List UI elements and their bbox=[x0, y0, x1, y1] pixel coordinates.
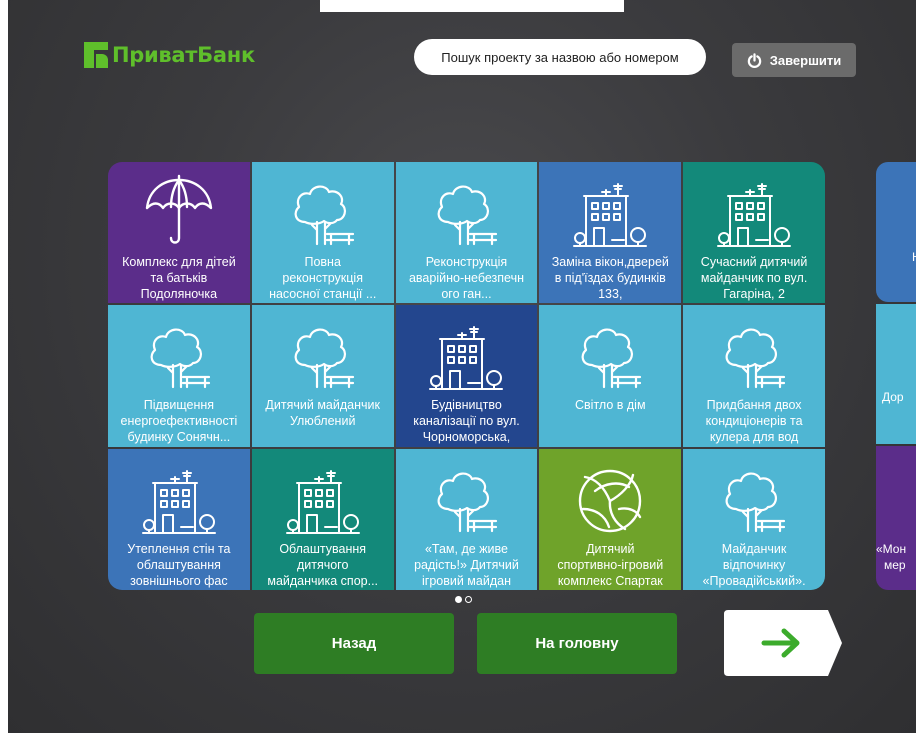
project-tile[interactable]: Сучасний дитячий майданчик по вул. Гагар… bbox=[683, 162, 825, 304]
tree-bench-icon bbox=[430, 455, 502, 535]
tree-bench-icon bbox=[574, 311, 646, 391]
volleyball-icon bbox=[575, 455, 645, 535]
building-icon bbox=[285, 455, 361, 535]
finish-label: Завершити bbox=[769, 52, 842, 68]
tile-label: Майданчик відпочинку «Провадійський». bbox=[702, 541, 806, 588]
search-placeholder: Пошук проекту за назвою або номером bbox=[441, 49, 679, 65]
tile-label: Світло в дім bbox=[575, 398, 646, 413]
pagination-dots bbox=[455, 596, 472, 603]
home-label: На головну bbox=[535, 635, 619, 652]
project-tile[interactable]: Повна реконструкція насосної станції ... bbox=[251, 162, 394, 304]
project-tile[interactable]: Реконструкція аварійно-небезпечн ого ган… bbox=[395, 162, 538, 304]
peek-label: Дор bbox=[882, 390, 904, 404]
tile-label: Облаштування дитячого майданчика спор... bbox=[267, 541, 379, 588]
tile-label: Дитячий спортивно-ігровий комплекс Спарт… bbox=[557, 541, 664, 588]
home-button[interactable]: На головну bbox=[477, 613, 677, 674]
tile-label: Комплекс для дітей та батьків Подоляночк… bbox=[122, 255, 236, 301]
tree-bench-icon bbox=[718, 311, 790, 391]
project-tile[interactable]: Заміна вікон,дверей в під'їздах будинків… bbox=[539, 162, 682, 304]
project-tile[interactable]: Підвищення енергоефективності будинку Со… bbox=[108, 305, 250, 447]
project-tile[interactable]: Облаштування дитячого майданчика спор... bbox=[251, 448, 394, 590]
tile-label: Повна реконструкція насосної станції ... bbox=[269, 255, 377, 301]
tile-label: Реконструкція аварійно-небезпечн ого ган… bbox=[408, 255, 524, 301]
building-icon bbox=[716, 168, 792, 248]
next-page-tile-peek[interactable]: Дор bbox=[876, 304, 916, 444]
page-dot[interactable] bbox=[465, 596, 472, 603]
building-icon bbox=[428, 311, 504, 391]
finish-button[interactable]: Завершити bbox=[732, 43, 856, 77]
project-tile[interactable]: Майданчик відпочинку «Провадійський». bbox=[683, 448, 825, 590]
tree-bench-icon bbox=[143, 311, 215, 391]
project-tile[interactable]: Будівництво каналізації по вул. Чорномор… bbox=[395, 305, 538, 447]
next-page-button[interactable] bbox=[724, 610, 844, 676]
peek-label: мер bbox=[884, 558, 906, 572]
back-label: Назад bbox=[331, 635, 377, 652]
next-page-tile-peek[interactable]: Н bbox=[876, 162, 916, 302]
tile-label: Сучасний дитячий майданчик по вул. Гагар… bbox=[700, 255, 808, 301]
tree-bench-icon bbox=[718, 455, 790, 535]
umbrella-icon bbox=[143, 168, 215, 248]
peek-label: «Мон bbox=[876, 542, 907, 556]
page-dot-active[interactable] bbox=[455, 596, 462, 603]
tile-label: Заміна вікон,дверей в під'їздах будинків… bbox=[551, 255, 669, 301]
privatbank-logo-icon bbox=[84, 42, 108, 68]
tile-label: «Там, де живе радість!» Дитячий ігровий … bbox=[414, 541, 519, 588]
tile-label: Підвищення енергоефективності будинку Со… bbox=[120, 398, 238, 445]
tree-bench-icon bbox=[430, 168, 502, 248]
search-field[interactable]: Пошук проекту за назвою або номером bbox=[414, 39, 706, 75]
tile-label: Утеплення стін та облаштування зовнішньо… bbox=[127, 541, 231, 588]
peek-label: Н bbox=[912, 250, 916, 264]
project-tile[interactable]: Придбання двох кондиціонерів та кулера д… bbox=[683, 305, 825, 447]
project-tile[interactable]: Комплекс для дітей та батьків Подоляночк… bbox=[108, 162, 250, 304]
power-icon bbox=[747, 52, 762, 68]
building-icon bbox=[572, 168, 648, 248]
kiosk-screen: ПриватБанк Пошук проекту за назвою або н… bbox=[8, 0, 916, 733]
project-grid: Комплекс для дітей та батьків Подоляночк… bbox=[108, 162, 825, 590]
tree-bench-icon bbox=[287, 311, 359, 391]
tile-label: Придбання двох кондиціонерів та кулера д… bbox=[705, 398, 803, 445]
tree-bench-icon bbox=[287, 168, 359, 248]
building-icon bbox=[141, 455, 217, 535]
project-tile[interactable]: Дитячий майданчик Улюблений bbox=[251, 305, 394, 447]
project-tile[interactable]: Світло в дім bbox=[539, 305, 682, 447]
back-button[interactable]: Назад bbox=[254, 613, 454, 674]
top-strip bbox=[320, 0, 624, 12]
project-tile[interactable]: Дитячий спортивно-ігровий комплекс Спарт… bbox=[539, 448, 682, 590]
project-tile[interactable]: «Там, де живе радість!» Дитячий ігровий … bbox=[395, 448, 538, 590]
privatbank-logo: ПриватБанк bbox=[84, 38, 255, 72]
tile-label: Будівництво каналізації по вул. Чорномор… bbox=[413, 398, 520, 445]
project-tile[interactable]: Утеплення стін та облаштування зовнішньо… bbox=[108, 448, 250, 590]
tile-label: Дитячий майданчик Улюблений bbox=[265, 398, 380, 429]
next-page-tile-peek[interactable]: «Мон мер bbox=[876, 446, 916, 590]
brand-name: ПриватБанк bbox=[112, 43, 255, 67]
